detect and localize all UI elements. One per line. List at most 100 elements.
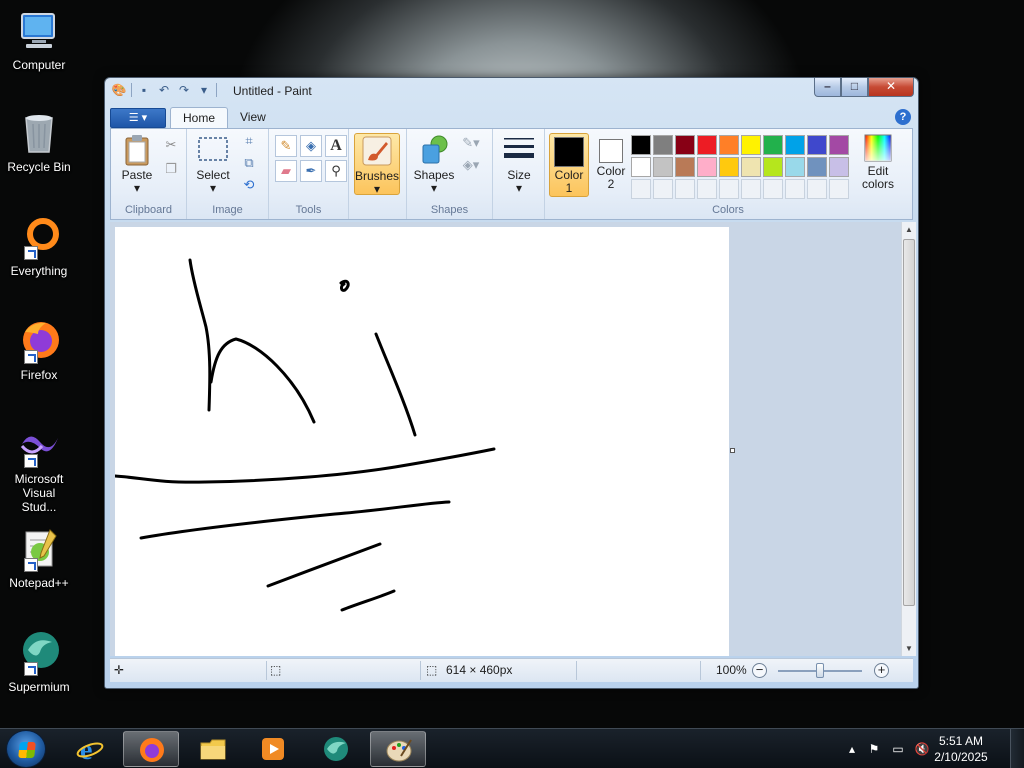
desktop-icon-firefox[interactable]: Firefox (4, 318, 74, 382)
vertical-scrollbar[interactable]: ▲ ▼ (901, 222, 916, 656)
show-hidden-icons[interactable]: ▴ (844, 741, 860, 757)
text-icon[interactable]: A (325, 135, 347, 157)
minimize-button[interactable]: – (814, 78, 841, 97)
rotate-icon[interactable]: ⟲ (239, 175, 259, 195)
palette-swatch[interactable] (763, 157, 783, 177)
eraser-icon[interactable]: ▰ (275, 160, 297, 182)
edit-colors-button[interactable]: Edit colors (853, 133, 903, 191)
taskbar-file-explorer[interactable] (185, 731, 241, 767)
paste-button[interactable]: Paste ▾ (117, 133, 157, 195)
paint-palette-icon (385, 736, 413, 764)
palette-custom-slot[interactable] (741, 179, 761, 199)
taskbar-firefox[interactable] (123, 731, 179, 767)
palette-swatch[interactable] (631, 135, 651, 155)
scroll-down-icon[interactable]: ▼ (902, 641, 916, 656)
palette-custom-slot[interactable] (631, 179, 651, 199)
palette-swatch[interactable] (741, 135, 761, 155)
palette-swatch[interactable] (807, 157, 827, 177)
redo-icon[interactable]: ↷ (176, 82, 192, 98)
network-icon[interactable]: ▭ (890, 741, 906, 757)
undo-icon[interactable]: ↶ (156, 82, 172, 98)
magnifier-icon[interactable]: ⚲ (325, 160, 347, 182)
palette-swatch[interactable] (719, 157, 739, 177)
color-picker-icon[interactable]: ✒ (300, 160, 322, 182)
brushes-button[interactable]: Brushes ▾ (354, 133, 400, 196)
canvas-resize-handle[interactable] (730, 448, 735, 453)
maximize-button[interactable]: □ (841, 78, 868, 97)
palette-swatch[interactable] (675, 135, 695, 155)
palette-swatch[interactable] (829, 157, 849, 177)
zoom-in-button[interactable]: + (874, 663, 889, 678)
outline-icon[interactable]: ✎▾ (461, 133, 481, 153)
paint-window[interactable]: 🎨 ▪ ↶ ↷ ▾ Untitled - Paint – □ ✕ ☰ ▾ Hom… (104, 77, 919, 689)
select-button[interactable]: Select ▾ (193, 133, 233, 195)
taskbar-internet-explorer[interactable]: e (62, 731, 118, 767)
palette-swatch[interactable] (763, 135, 783, 155)
color1-button[interactable]: Color 1 (549, 133, 589, 197)
copy-icon[interactable]: ❐ (161, 159, 181, 179)
shapes-button[interactable]: Shapes ▾ (411, 133, 457, 195)
desktop-icon-recycle-bin[interactable]: Recycle Bin (4, 110, 74, 174)
palette-custom-slot[interactable] (763, 179, 783, 199)
file-menu-button[interactable]: ☰ ▾ (110, 108, 166, 128)
fill-bucket-icon[interactable]: ◈ (300, 135, 322, 157)
group-colors: Color 1 Color 2 Edit colors Colors (545, 129, 911, 219)
title-bar[interactable]: 🎨 ▪ ↶ ↷ ▾ Untitled - Paint – □ ✕ (105, 78, 918, 104)
palette-swatch[interactable] (675, 157, 695, 177)
palette-swatch[interactable] (785, 135, 805, 155)
palette-swatch[interactable] (829, 135, 849, 155)
palette-swatch[interactable] (631, 157, 651, 177)
palette-swatch[interactable] (697, 135, 717, 155)
tab-view[interactable]: View (228, 107, 278, 129)
color2-button[interactable]: Color 2 (591, 133, 631, 197)
taskbar-media-player[interactable] (245, 731, 301, 767)
customize-toolbar-icon[interactable]: ▾ (196, 82, 212, 98)
palette-custom-slot[interactable] (719, 179, 739, 199)
crop-icon[interactable]: ⌗ (239, 131, 259, 151)
start-button[interactable] (6, 730, 46, 768)
stroke-3 (339, 279, 350, 292)
palette-custom-slot[interactable] (675, 179, 695, 199)
firefox-icon (16, 318, 62, 364)
desktop-icon-computer[interactable]: Computer (4, 8, 74, 72)
palette-swatch[interactable] (697, 157, 717, 177)
group-label-shapes: Shapes (430, 204, 469, 216)
palette-custom-slot[interactable] (785, 179, 805, 199)
zoom-out-button[interactable]: − (752, 663, 767, 678)
desktop-icon-supermium[interactable]: Supermium (4, 630, 74, 694)
size-button[interactable]: Size ▾ (499, 133, 539, 195)
pencil-icon[interactable]: ✎ (275, 135, 297, 157)
close-button[interactable]: ✕ (868, 78, 914, 97)
desktop-icon-notepad-plus-plus[interactable]: Notepad++ (4, 526, 74, 590)
palette-swatch[interactable] (653, 135, 673, 155)
zoom-slider-thumb[interactable] (816, 663, 824, 678)
palette-swatch[interactable] (785, 157, 805, 177)
cut-icon[interactable]: ✂ (161, 135, 181, 155)
save-icon[interactable]: ▪ (136, 82, 152, 98)
help-button[interactable]: ? (895, 109, 911, 125)
show-desktop-button[interactable] (1010, 729, 1024, 768)
system-clock[interactable]: 5:51 AM 2/10/2025 (926, 733, 996, 765)
taskbar-supermium[interactable] (308, 731, 364, 767)
action-center-icon[interactable]: ⚑ (866, 741, 882, 757)
palette-custom-slot[interactable] (829, 179, 849, 199)
palette-swatch[interactable] (719, 135, 739, 155)
tab-home[interactable]: Home (170, 107, 229, 129)
palette-swatch[interactable] (807, 135, 827, 155)
palette-custom-slot[interactable] (653, 179, 673, 199)
shortcut-arrow-icon (24, 662, 38, 676)
scroll-up-icon[interactable]: ▲ (902, 222, 916, 237)
drawing-canvas[interactable] (115, 227, 729, 656)
window-title: Untitled - Paint (233, 84, 312, 98)
scrollbar-thumb[interactable] (903, 239, 915, 606)
desktop-icon-everything[interactable]: Everything (4, 214, 74, 278)
taskbar-paint[interactable] (370, 731, 426, 767)
resize-icon[interactable]: ⧉ (239, 153, 259, 173)
palette-custom-slot[interactable] (697, 179, 717, 199)
color2-swatch (599, 139, 623, 163)
fill-icon[interactable]: ◈▾ (461, 155, 481, 175)
desktop-icon-visual-studio[interactable]: Microsoft Visual Stud... (4, 422, 74, 514)
palette-custom-slot[interactable] (807, 179, 827, 199)
palette-swatch[interactable] (741, 157, 761, 177)
palette-swatch[interactable] (653, 157, 673, 177)
